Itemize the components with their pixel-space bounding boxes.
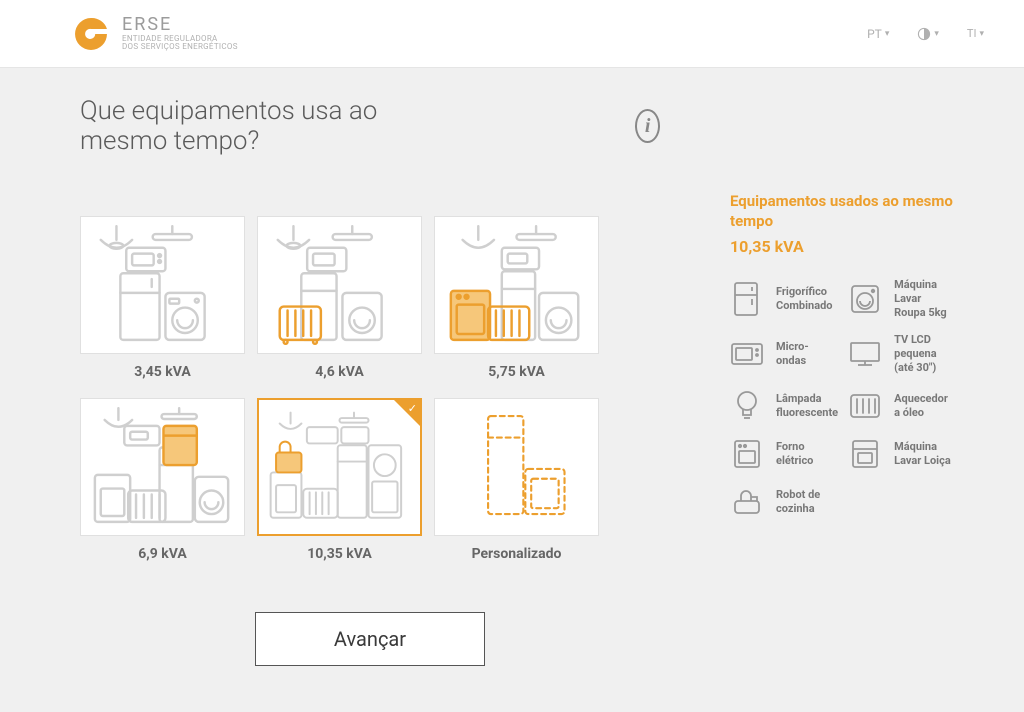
equip-label: Robot de cozinha xyxy=(776,488,838,516)
equip-item: Máquina Lavar Loiça xyxy=(848,437,954,471)
kva-card-label: 4,6 kVA xyxy=(257,364,422,380)
panel-kva-value: 10,35 kVA xyxy=(730,237,954,256)
brand-logo: ERSE ENTIDADE REGULADORA DOS SERVIÇOS EN… xyxy=(70,13,238,55)
page-title: Que equipamentos usa ao mesmo tempo? xyxy=(80,96,415,156)
text-size-toggle[interactable]: TI ▾ xyxy=(967,27,984,40)
equip-label: Micro-ondas xyxy=(776,340,838,368)
brand-name: ERSE xyxy=(122,16,238,35)
kva-card-label: 3,45 kVA xyxy=(80,364,245,380)
chevron-down-icon: ▾ xyxy=(979,29,984,39)
panel-title: Equipamentos usados ao mesmo tempo xyxy=(730,192,954,231)
lightbulb-icon xyxy=(730,389,764,423)
equip-item: Aquecedor a óleo xyxy=(848,389,954,423)
appliance-illustration xyxy=(443,225,590,345)
text-size-icon: TI xyxy=(967,27,977,40)
kva-card-label: 5,75 kVA xyxy=(434,364,599,380)
kva-card-label: 10,35 kVA xyxy=(257,546,422,562)
appliance-illustration xyxy=(89,407,236,527)
contrast-icon xyxy=(917,27,931,41)
language-selector[interactable]: PT ▾ xyxy=(867,27,889,41)
equip-item: TV LCD pequena (até 30") xyxy=(848,333,954,374)
erse-logo-icon xyxy=(70,13,112,55)
equip-label: Máquina Lavar Loiça xyxy=(894,440,954,468)
appliance-illustration xyxy=(443,407,590,527)
equip-label: Máquina Lavar Roupa 5kg xyxy=(894,278,954,319)
microwave-icon xyxy=(730,337,764,371)
equip-item: Forno elétrico xyxy=(730,437,838,471)
kva-card-label: Personalizado xyxy=(434,546,599,562)
equip-label: Frigorífico Combinado xyxy=(776,285,838,313)
brand-tagline-2: DOS SERVIÇOS ENERGÉTICOS xyxy=(122,43,238,51)
equip-label: Forno elétrico xyxy=(776,440,838,468)
check-icon: ✓ xyxy=(408,402,417,415)
language-label: PT xyxy=(867,27,882,41)
radiator-icon xyxy=(848,389,882,423)
appliance-illustration xyxy=(267,407,412,527)
chevron-down-icon: ▾ xyxy=(934,29,939,39)
equip-item: Micro-ondas xyxy=(730,333,838,374)
page-heading-row: Que equipamentos usa ao mesmo tempo? i xyxy=(80,96,660,156)
kva-card-3-45[interactable] xyxy=(80,216,245,354)
dishwasher-icon xyxy=(848,437,882,471)
equip-item: Máquina Lavar Roupa 5kg xyxy=(848,278,954,319)
info-icon[interactable]: i xyxy=(635,109,660,143)
appliance-illustration xyxy=(266,225,413,345)
tv-icon xyxy=(848,337,882,371)
contrast-toggle[interactable]: ▾ xyxy=(917,27,939,41)
equip-item: Frigorífico Combinado xyxy=(730,278,838,319)
kva-card-5-75[interactable] xyxy=(434,216,599,354)
kva-card-6-9[interactable] xyxy=(80,398,245,536)
fridge-icon xyxy=(730,282,764,316)
topbar-controls: PT ▾ ▾ TI ▾ xyxy=(867,27,984,41)
kva-card-custom[interactable] xyxy=(434,398,599,536)
kva-cards-grid: 3,45 kVA xyxy=(80,216,660,562)
equip-label: Aquecedor a óleo xyxy=(894,392,954,420)
appliance-illustration xyxy=(89,225,236,345)
oven-icon xyxy=(730,437,764,471)
topbar: ERSE ENTIDADE REGULADORA DOS SERVIÇOS EN… xyxy=(0,0,1024,68)
washer-icon xyxy=(848,282,882,316)
chevron-down-icon: ▾ xyxy=(885,29,890,39)
advance-button[interactable]: Avançar xyxy=(255,612,485,666)
kva-card-4-6[interactable] xyxy=(257,216,422,354)
kva-card-label: 6,9 kVA xyxy=(80,546,245,562)
equip-label: TV LCD pequena (até 30") xyxy=(894,333,954,374)
equip-item: Lâmpada fluorescente xyxy=(730,389,838,423)
equip-item: Robot de cozinha xyxy=(730,485,838,519)
kva-card-10-35[interactable]: ✓ xyxy=(257,398,422,536)
food-processor-icon xyxy=(730,485,764,519)
equip-label: Lâmpada fluorescente xyxy=(776,392,838,420)
selected-equipment-panel: Equipamentos usados ao mesmo tempo 10,35… xyxy=(730,96,954,562)
